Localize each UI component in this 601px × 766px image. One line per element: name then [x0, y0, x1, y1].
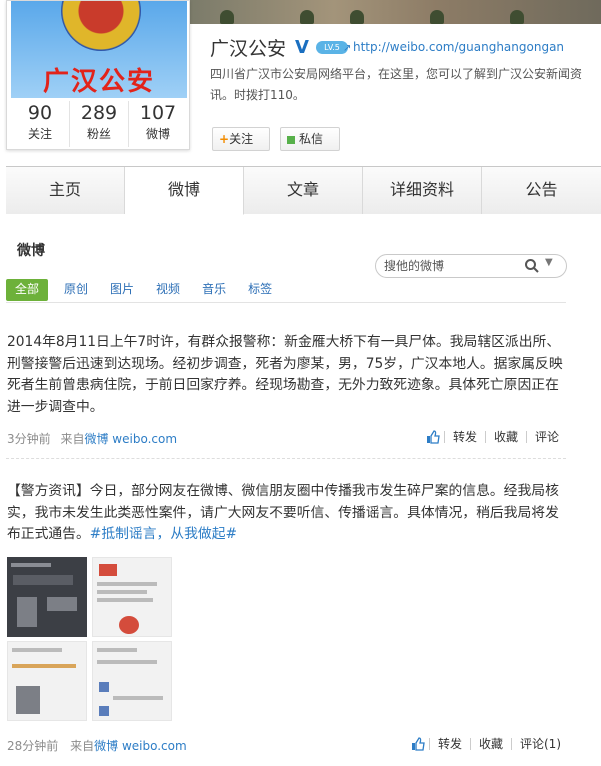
- post-actions: 转发 收藏 评论: [426, 430, 567, 444]
- search-box: ▼: [375, 254, 567, 278]
- avatar[interactable]: 广汉公安: [11, 1, 187, 98]
- post-meta: 28分钟前 来自微博 weibo.com: [7, 737, 187, 754]
- filter-bar: 全部 原创 图片 视频 音乐 标签: [6, 279, 566, 301]
- avatar-card: 广汉公安 90 关注 289 粉丝 107 微博: [6, 0, 190, 150]
- filter-music[interactable]: 音乐: [196, 279, 232, 301]
- verified-icon[interactable]: V: [295, 37, 309, 58]
- post-actions: 转发 收藏 评论(1): [411, 737, 569, 751]
- filter-tags[interactable]: 标签: [242, 279, 278, 301]
- repost-button[interactable]: 转发: [443, 431, 485, 443]
- chevron-down-icon[interactable]: ▼: [545, 257, 553, 268]
- tab-home[interactable]: 主页: [6, 167, 125, 214]
- message-button[interactable]: 私信: [280, 127, 340, 151]
- stat-label: 粉丝: [86, 127, 111, 141]
- post-image-thumbnail[interactable]: [7, 641, 87, 721]
- tab-announcements[interactable]: 公告: [482, 167, 601, 214]
- profile-name: 广汉公安: [210, 38, 287, 60]
- stat-label: 微博: [145, 127, 170, 141]
- post-source[interactable]: 微博 weibo.com: [84, 432, 177, 446]
- tab-weibo[interactable]: 微博: [125, 167, 244, 215]
- police-emblem-icon: [61, 1, 141, 51]
- post-source-prefix: 来自: [60, 432, 85, 446]
- profile-url[interactable]: http://weibo.com/guanghangongan: [353, 40, 564, 54]
- post-text: 【警方资讯】今日，部分网友在微博、微信朋友圈中传播我市发生碎尸案的信息。经我局核…: [7, 481, 569, 546]
- tab-details[interactable]: 详细资料: [363, 167, 482, 214]
- post-source-prefix: 来自: [70, 739, 95, 753]
- plus-icon: +: [219, 132, 230, 146]
- like-icon[interactable]: [411, 737, 425, 751]
- search-icon[interactable]: [524, 258, 540, 274]
- tab-articles[interactable]: 文章: [244, 167, 363, 214]
- search-input[interactable]: [384, 257, 524, 275]
- favorite-button[interactable]: 收藏: [469, 738, 511, 750]
- follow-button[interactable]: +关注: [212, 127, 270, 151]
- link-icon: ↗: [343, 43, 352, 54]
- post-text: 2014年8月11日上午7时许，有群众报警称：新金雁大桥下有一具尸体。我局辖区派…: [7, 334, 563, 415]
- post-meta: 3分钟前 来自微博 weibo.com: [7, 430, 177, 447]
- follow-label: 关注: [229, 132, 254, 146]
- stat-label: 关注: [27, 127, 52, 141]
- comment-button[interactable]: 评论: [525, 431, 567, 443]
- stat-posts[interactable]: 107 微博: [129, 101, 187, 147]
- comment-button[interactable]: 评论(1): [511, 738, 569, 750]
- message-icon: [287, 135, 295, 144]
- favorite-button[interactable]: 收藏: [484, 431, 526, 443]
- like-icon[interactable]: [426, 430, 440, 444]
- filter-video[interactable]: 视频: [150, 279, 186, 301]
- post-time[interactable]: 3分钟前: [7, 432, 51, 446]
- post-image-thumbnail[interactable]: [7, 557, 87, 637]
- profile-stats: 90 关注 289 粉丝 107 微博: [11, 101, 187, 147]
- filter-pictures[interactable]: 图片: [104, 279, 140, 301]
- post-time[interactable]: 28分钟前: [7, 739, 58, 753]
- stat-number: 107: [139, 102, 177, 124]
- stat-followers[interactable]: 289 粉丝: [70, 101, 129, 147]
- post-divider: [6, 458, 566, 459]
- stat-following[interactable]: 90 关注: [11, 101, 70, 147]
- repost-button[interactable]: 转发: [428, 738, 470, 750]
- post-image-thumbnail[interactable]: [92, 557, 172, 637]
- post-image-thumbnail[interactable]: [92, 641, 172, 721]
- stat-number: 90: [27, 102, 53, 124]
- profile-header: 广汉公安 90 关注 289 粉丝 107 微博 广汉公安 V LV.5 ↗ h…: [0, 0, 601, 166]
- avatar-text: 广汉公安: [42, 67, 155, 97]
- cover-banner: [190, 0, 601, 24]
- divider: [6, 302, 566, 303]
- stat-number: 289: [80, 102, 118, 124]
- filter-all[interactable]: 全部: [6, 279, 49, 301]
- feed-title: 微博: [17, 243, 45, 259]
- post-hashtag[interactable]: #抵制谣言，从我做起#: [90, 526, 237, 542]
- post-source[interactable]: 微博 weibo.com: [94, 739, 187, 753]
- message-label: 私信: [299, 132, 324, 146]
- filter-original[interactable]: 原创: [58, 279, 94, 301]
- profile-tabs: 主页 微博 文章 详细资料 公告: [6, 166, 601, 215]
- profile-description: 四川省广汉市公安局网络平台，在这里，您可以了解到广汉公安新闻资讯。时拨打110。: [210, 67, 583, 102]
